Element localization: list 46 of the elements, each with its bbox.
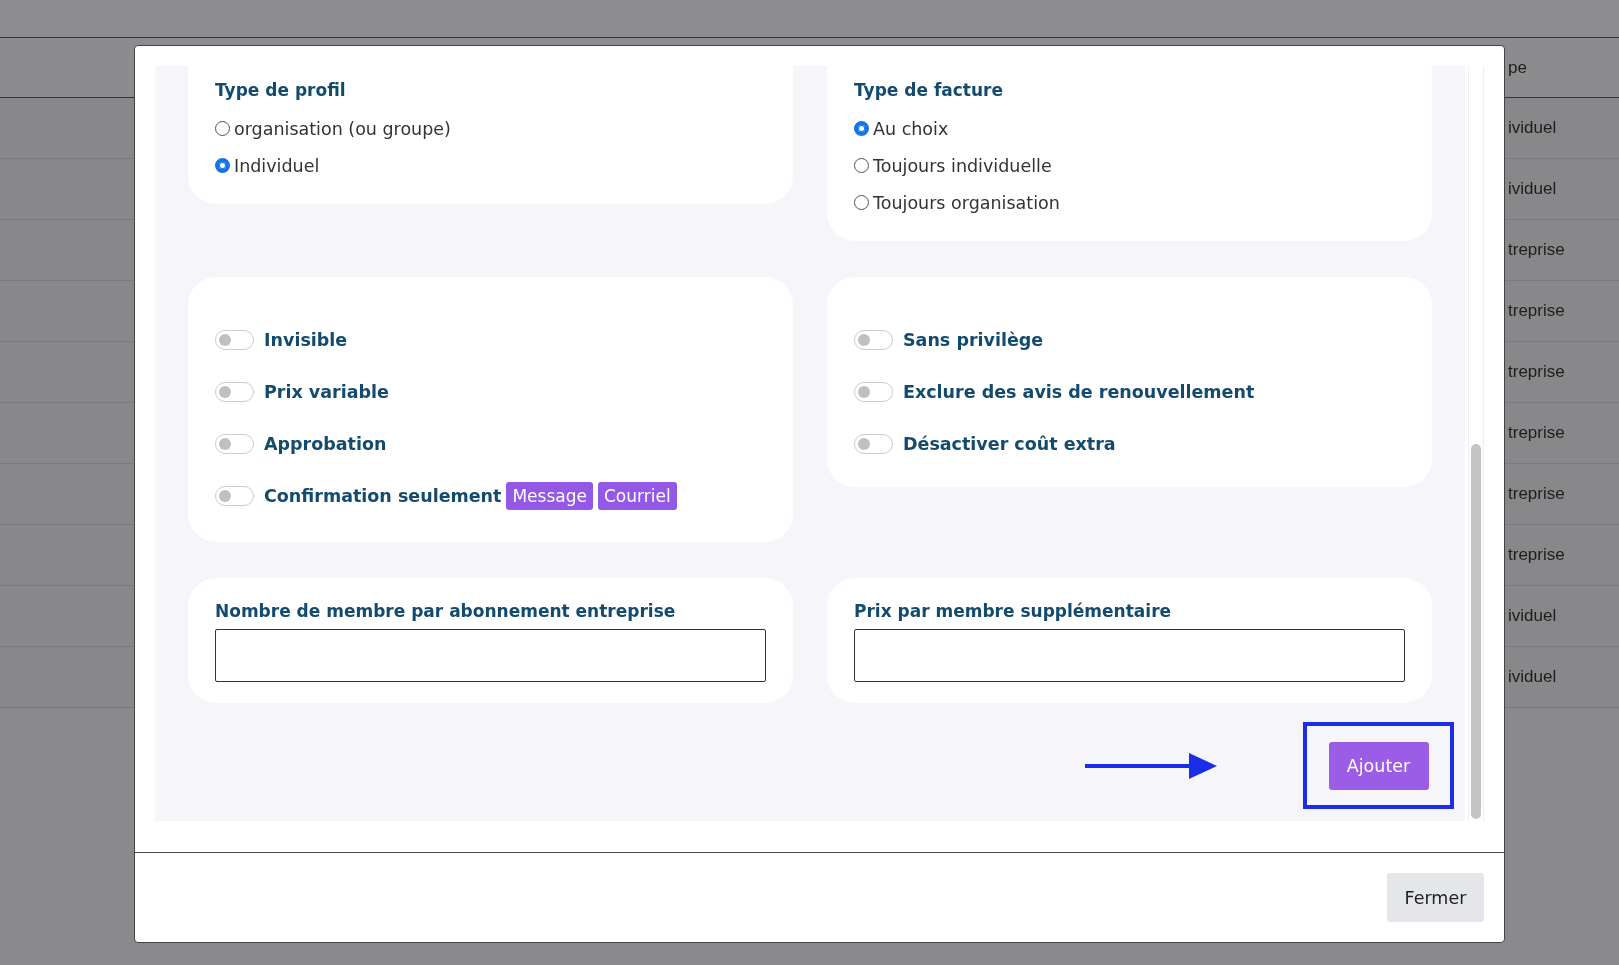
column-header: pe (1508, 57, 1527, 78)
toggle-switch[interactable] (215, 330, 254, 350)
toggle-switch[interactable] (215, 486, 254, 506)
table-cell: treprise (1508, 301, 1565, 321)
close-button[interactable]: Fermer (1387, 873, 1484, 922)
toggle-label: Exclure des avis de renouvellement (903, 382, 1255, 402)
input-field[interactable] (854, 629, 1405, 682)
tag: Message (506, 482, 593, 510)
table-cell: ividuel (1508, 667, 1557, 687)
radio-label: Toujours individuelle (873, 155, 1052, 176)
radio-button[interactable] (854, 158, 869, 173)
toggle-switch[interactable] (215, 382, 254, 402)
radio-button[interactable] (854, 195, 869, 210)
radio-label: Au choix (873, 118, 949, 139)
table-cell: ividuel (1508, 606, 1557, 626)
radio-button[interactable] (215, 121, 230, 136)
table-cell: treprise (1508, 423, 1565, 443)
table-cell: ividuel (1508, 179, 1557, 199)
table-cell: treprise (1508, 484, 1565, 504)
radio-label: Toujours organisation (873, 192, 1060, 213)
toggle-label: Désactiver coût extra (903, 434, 1116, 454)
toggle-label: Prix variable (264, 382, 389, 402)
section-title: Type de profil (215, 80, 347, 100)
tag: Courriel (597, 482, 677, 510)
input-field[interactable] (215, 629, 766, 682)
field-label: Nombre de membre par abonnement entreprise (215, 601, 677, 621)
radio-button[interactable] (215, 158, 230, 173)
toggle-switch[interactable] (854, 434, 893, 454)
toggle-switch[interactable] (854, 330, 893, 350)
scrollbar-thumb[interactable] (1471, 444, 1481, 819)
field-label: Prix par membre supplémentaire (854, 601, 1173, 621)
toggle-switch[interactable] (215, 434, 254, 454)
table-cell: treprise (1508, 362, 1565, 382)
toggle-label: Invisible (264, 330, 348, 350)
radio-label: Individuel (234, 155, 320, 176)
table-cell: ividuel (1508, 118, 1557, 138)
radio-button[interactable] (854, 121, 869, 136)
add-button[interactable]: Ajouter (1328, 741, 1429, 790)
toggle-label: Confirmation seulement (264, 486, 502, 506)
table-cell: treprise (1508, 240, 1565, 260)
toggle-label: Sans privilège (903, 330, 1044, 350)
table-cell: treprise (1508, 545, 1565, 565)
toggle-switch[interactable] (854, 382, 893, 402)
toggle-label: Approbation (264, 434, 387, 454)
radio-label: organisation (ou groupe) (234, 118, 451, 139)
section-title: Type de facture (854, 80, 1004, 100)
